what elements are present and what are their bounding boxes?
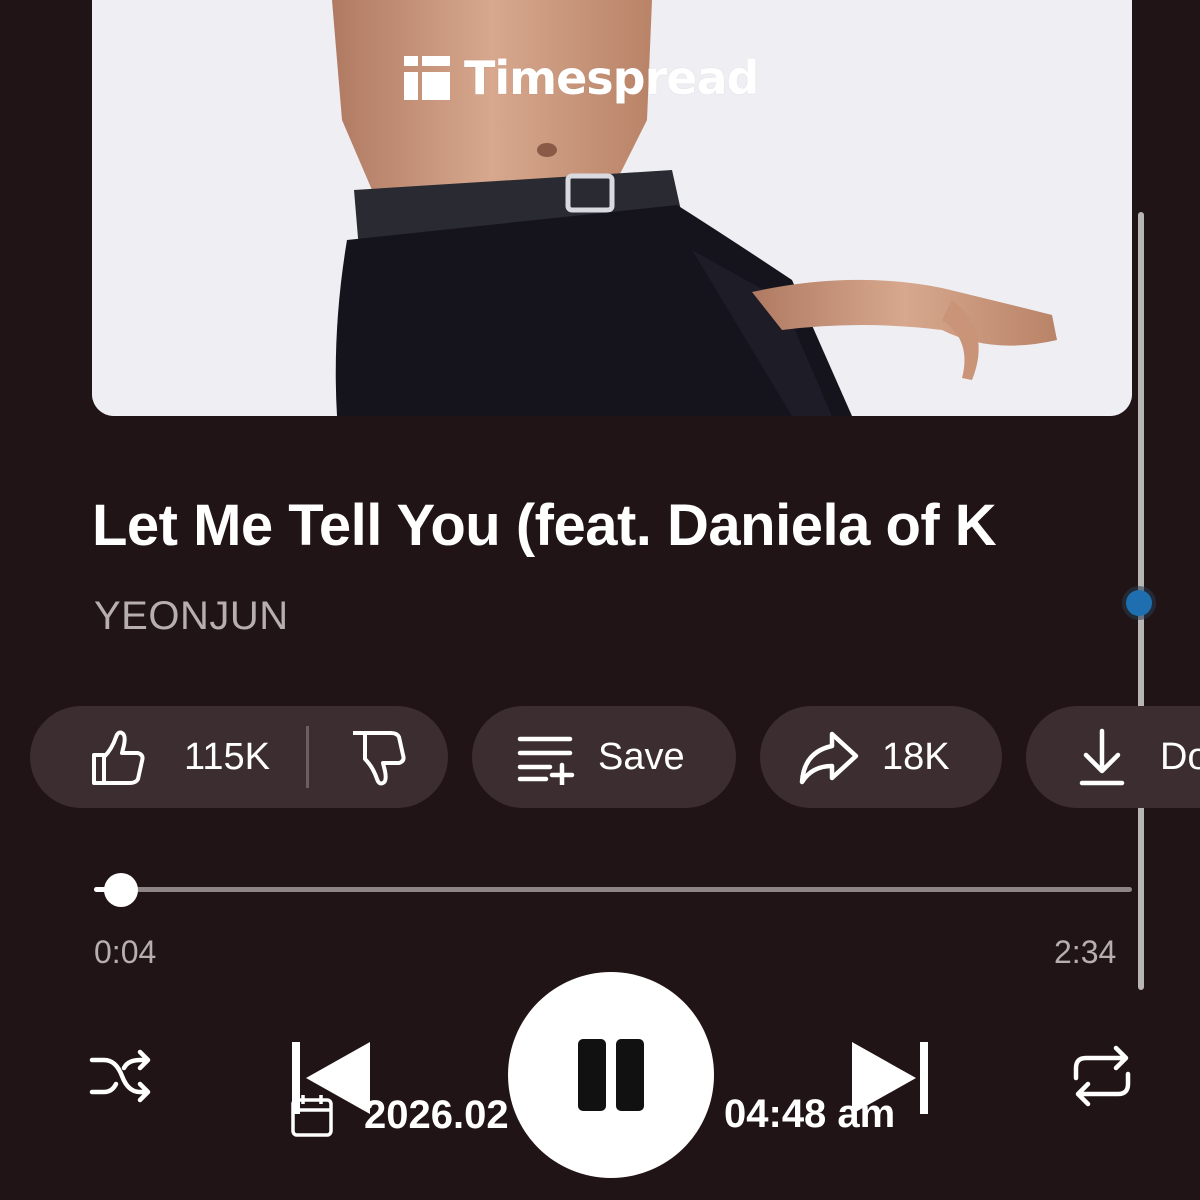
share-button[interactable]: 18K: [760, 706, 1002, 808]
total-time: 2:34: [1054, 934, 1117, 970]
pause-button[interactable]: [508, 972, 714, 1178]
track-title: Let Me Tell You (feat. Daniela of K: [92, 493, 997, 558]
watermark: Timespread: [404, 51, 759, 105]
shuffle-button[interactable]: [84, 1040, 156, 1112]
download-button[interactable]: Do: [1026, 706, 1200, 808]
chip-divider: [305, 726, 309, 788]
timespread-logo-icon: [404, 56, 450, 100]
pause-icon: [578, 1039, 606, 1111]
progress-track[interactable]: [94, 887, 1132, 892]
like-dislike-chip: 115K: [30, 706, 448, 808]
current-time: 0:04: [94, 934, 157, 970]
progress-knob[interactable]: [103, 873, 138, 907]
calendar-icon: [291, 1095, 333, 1137]
scrollbar-thumb[interactable]: [1122, 586, 1156, 620]
playlist-add-icon: [517, 736, 575, 785]
repeat-button[interactable]: [1064, 1040, 1140, 1112]
like-count[interactable]: 115K: [184, 736, 270, 779]
share-count: 18K: [882, 735, 950, 778]
download-icon: [1079, 728, 1125, 786]
shuffle-icon: [89, 1049, 151, 1103]
timestamp-time: 04:48 am: [724, 1092, 896, 1136]
repeat-icon: [1073, 1045, 1131, 1107]
action-chips: 115K Save 18K Do: [30, 706, 1200, 808]
download-label: Do: [1160, 735, 1200, 778]
timestamp-date: 2026.02: [364, 1092, 509, 1137]
photo-timestamp: 2026.02 04:48 am: [290, 1090, 895, 1140]
thumbs-up-icon[interactable]: [86, 727, 146, 787]
share-icon: [799, 731, 859, 785]
watermark-text: Timespread: [464, 51, 759, 105]
save-button[interactable]: Save: [472, 706, 736, 808]
thumbs-down-icon[interactable]: [347, 727, 407, 787]
artist-name[interactable]: YEONJUN: [94, 594, 289, 639]
save-label: Save: [598, 735, 685, 778]
